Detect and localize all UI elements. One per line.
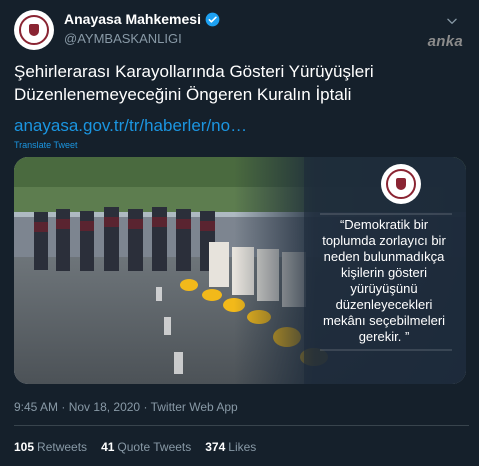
quote-line: neden bulunmadıkça [323, 249, 445, 264]
quote-line: yürüyüşünü [350, 281, 418, 296]
likes-stat[interactable]: 374 Likes [205, 440, 256, 454]
retweets-stat[interactable]: 105 Retweets [14, 440, 87, 454]
quote-line: “Demokratik bir [339, 217, 429, 232]
quote-line: düzenleyecekleri [335, 297, 433, 312]
account-handle[interactable]: @AYMBASKANLIGI [64, 31, 182, 46]
retweets-count: 105 [14, 440, 35, 454]
translate-tweet-link[interactable]: Translate Tweet [14, 140, 78, 150]
account-name[interactable]: Anayasa Mahkemesi [64, 11, 201, 27]
quote-line: kişilerin gösteri [341, 265, 427, 280]
divider [14, 425, 469, 426]
tweet-stats: 105 Retweets 41 Quote Tweets 374 Likes [14, 440, 256, 454]
tweet-source[interactable]: Twitter Web App [151, 400, 238, 414]
retweets-label: Retweets [37, 440, 88, 454]
court-seal-icon [386, 169, 416, 199]
likes-label: Likes [228, 440, 257, 454]
likes-count: 374 [205, 440, 226, 454]
verified-badge-icon [205, 12, 220, 26]
meta-separator: · [61, 400, 66, 414]
quote-tweets-label: Quote Tweets [117, 440, 192, 454]
tweet-media-image[interactable]: “Demokratik bir toplumda zorlayıcı bir n… [14, 157, 466, 384]
court-seal-icon [19, 15, 49, 45]
anka-watermark: anka [427, 33, 463, 50]
tweet-meta: 9:45 AM · Nov 18, 2020 · Twitter Web App [14, 400, 238, 414]
chevron-down-icon[interactable] [445, 14, 459, 28]
meta-separator: · [143, 400, 148, 414]
quote-line: mekânı seçebilmeleri [322, 313, 446, 328]
court-seal-logo [381, 164, 421, 204]
tweet-text: Şehirlerarası Karayollarında Gösteri Yür… [14, 60, 469, 106]
quote-line: toplumda zorlayıcı bir [322, 233, 446, 248]
media-quote: “Demokratik bir toplumda zorlayıcı bir n… [316, 217, 452, 345]
quote-line: gerekir. ” [358, 329, 410, 344]
tweet-text-line-2: Düzenlenemeyeceğini Öngeren Kuralın İpta… [14, 85, 352, 104]
name-row: Anayasa Mahkemesi [64, 11, 220, 27]
tweet-time[interactable]: 9:45 AM [14, 400, 58, 414]
quote-tweets-stat[interactable]: 41 Quote Tweets [101, 440, 191, 454]
tweet-text-line-1: Şehirlerarası Karayollarında Gösteri Yür… [14, 62, 374, 81]
avatar[interactable] [14, 10, 54, 50]
tweet-header: Anayasa Mahkemesi @AYMBASKANLIGI [14, 10, 469, 50]
tweet-date[interactable]: Nov 18, 2020 [69, 400, 140, 414]
tweet-link[interactable]: anayasa.gov.tr/tr/haberler/no… [14, 116, 247, 136]
quote-tweets-count: 41 [101, 440, 115, 454]
